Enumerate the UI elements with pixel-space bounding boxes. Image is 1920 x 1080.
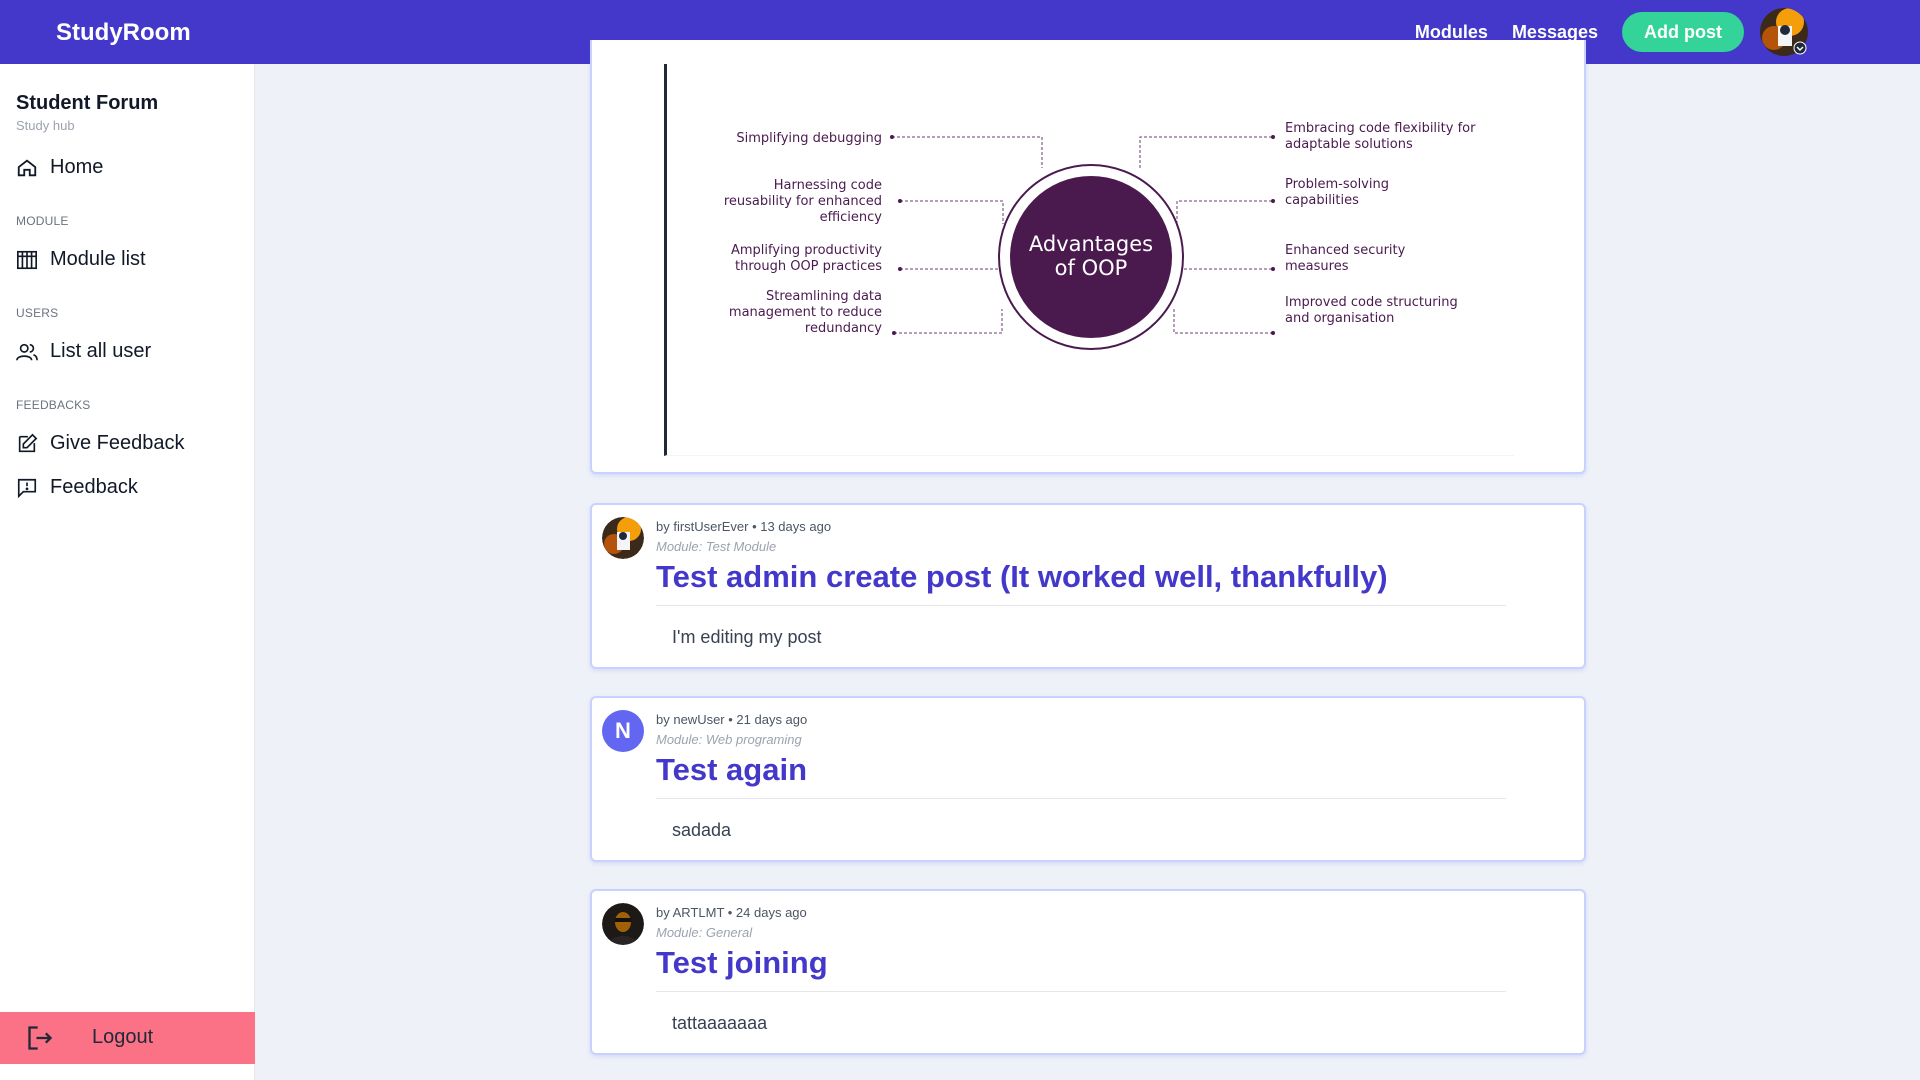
oop-right-label: and organisation <box>1285 311 1394 326</box>
add-post-button[interactable]: Add post <box>1622 12 1744 52</box>
logout-button[interactable]: Logout <box>0 1012 255 1064</box>
oop-left-label: management to reduce <box>729 305 882 320</box>
divider <box>656 605 1506 606</box>
post-card[interactable]: by firstUserEver • 13 days ago Module: T… <box>590 503 1586 669</box>
oop-left-label: Streamlining data <box>766 289 882 304</box>
post-image: Advantages of OOP Simplifying debugging Ha… <box>664 64 1514 456</box>
post-title[interactable]: Test joining <box>656 945 828 981</box>
section-label-feedbacks: FEEDBACKS <box>16 398 91 412</box>
sidebar-item-label: Module list <box>50 248 146 270</box>
logout-label: Logout <box>92 1026 154 1048</box>
sidebar-item-label: List all user <box>50 340 152 362</box>
post-title[interactable]: Test admin create post (It worked well, … <box>656 559 1388 595</box>
post-image-card: Advantages of OOP Simplifying debugging Ha… <box>590 40 1586 474</box>
oop-left-label: Simplifying debugging <box>736 131 882 146</box>
post-card[interactable]: N by newUser • 21 days ago Module: Web p… <box>590 696 1586 862</box>
home-icon <box>17 159 37 176</box>
sidebar-item-give-feedback[interactable]: Give Feedback <box>16 432 185 455</box>
oop-right-label: Improved code structuring <box>1285 295 1458 310</box>
post-module[interactable]: Module: Test Module <box>656 539 776 554</box>
post-title[interactable]: Test again <box>656 752 807 788</box>
oop-left-label: reusability for enhanced <box>724 194 882 209</box>
oop-diagram: Advantagesof OOP Simplifying debugging Ha… <box>724 121 1476 350</box>
author-avatar-image <box>602 517 644 559</box>
post-meta: by newUser • 21 days ago <box>656 712 808 727</box>
brand-logo[interactable]: StudyRoom <box>56 19 191 47</box>
oop-center-label: of OOP <box>1055 256 1128 280</box>
author-avatar-image <box>602 903 644 945</box>
sidebar-item-module-list[interactable]: Module list <box>16 248 146 271</box>
oop-left-label: efficiency <box>820 210 883 225</box>
forum-subtitle: Study hub <box>16 118 75 133</box>
author-avatar[interactable] <box>602 903 644 945</box>
oop-right-label: adaptable solutions <box>1285 137 1413 152</box>
users-icon <box>16 343 38 361</box>
section-label-users: USERS <box>16 306 59 320</box>
post-meta: by firstUserEver • 13 days ago <box>656 519 832 534</box>
oop-left-label: Amplifying productivity <box>731 243 882 258</box>
sidebar-item-list-users[interactable]: List all user <box>16 340 151 363</box>
oop-left-label: redundancy <box>805 321 882 336</box>
oop-right-label: Embracing code flexibility for <box>1285 121 1476 136</box>
oop-right-label: Enhanced security <box>1285 243 1406 258</box>
books-icon <box>17 250 37 269</box>
oop-right-label: Problem-solving <box>1285 177 1389 192</box>
logout-icon <box>28 1026 53 1050</box>
sidebar-item-home[interactable]: Home <box>16 156 103 179</box>
post-body: tattaaaaaaa <box>672 1013 768 1033</box>
edit-icon <box>18 433 38 452</box>
sidebar: Student Forum Study hub Home MODULE Modu… <box>0 64 255 1080</box>
post-meta: by ARTLMT • 24 days ago <box>656 905 807 920</box>
post-module[interactable]: Module: Web programing <box>656 732 802 747</box>
user-avatar-image <box>1760 8 1808 56</box>
divider <box>656 991 1506 992</box>
forum-title: Student Forum <box>16 92 159 114</box>
feedback-icon <box>17 478 37 498</box>
oop-right-label: measures <box>1285 259 1349 274</box>
sidebar-item-label: Give Feedback <box>50 432 185 454</box>
post-card[interactable]: by ARTLMT • 24 days ago Module: General … <box>590 889 1586 1055</box>
oop-right-label: capabilities <box>1285 193 1359 208</box>
section-label-module: MODULE <box>16 214 69 228</box>
user-avatar[interactable] <box>1760 8 1808 56</box>
divider <box>656 798 1506 799</box>
author-avatar[interactable]: N <box>602 710 644 752</box>
oop-center-label: Advantages <box>1029 232 1153 256</box>
post-body: I'm editing my post <box>672 627 822 647</box>
sidebar-item-label: Feedback <box>50 476 138 498</box>
post-module[interactable]: Module: General <box>656 925 752 940</box>
author-avatar[interactable] <box>602 517 644 559</box>
post-body: sadada <box>672 820 732 840</box>
sidebar-item-feedback[interactable]: Feedback <box>16 476 138 499</box>
sidebar-item-label: Home <box>50 156 104 178</box>
oop-left-label: through OOP practices <box>735 259 882 274</box>
oop-left-label: Harnessing code <box>774 178 882 193</box>
